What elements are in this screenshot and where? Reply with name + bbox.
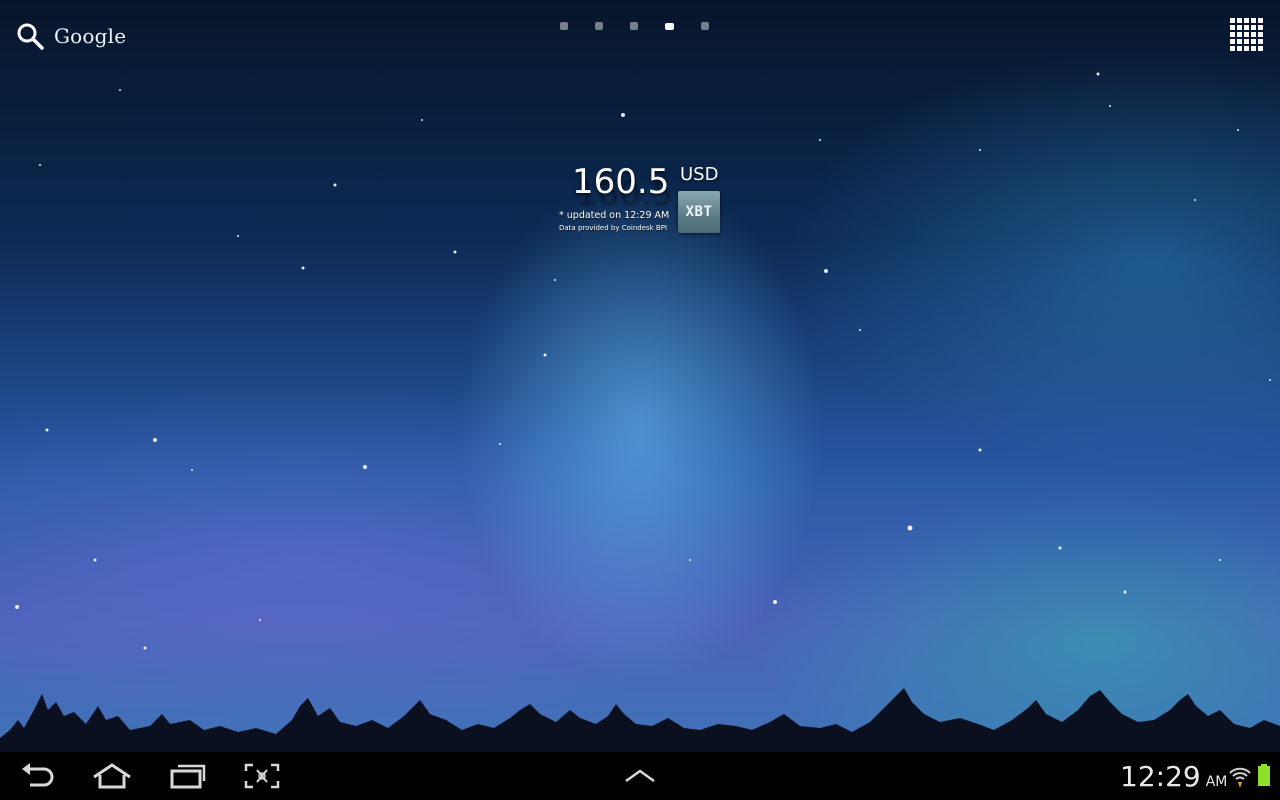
back-button[interactable] <box>16 760 60 792</box>
home-button[interactable] <box>90 760 134 792</box>
search-label: Google <box>54 24 127 48</box>
clock-time: 12:29 <box>1120 760 1201 793</box>
page-indicator <box>560 22 709 30</box>
recent-apps-button[interactable] <box>166 760 210 792</box>
battery-icon <box>1258 764 1270 786</box>
currency-label: USD <box>680 164 719 185</box>
page-dot[interactable] <box>630 22 638 30</box>
bitcoin-price-widget[interactable]: 160.5 160.5 USD * updated on 12:29 AM Da… <box>556 160 726 240</box>
all-apps-button[interactable] <box>1230 18 1266 54</box>
screenshot-button[interactable] <box>240 760 284 792</box>
home-icon <box>93 763 131 789</box>
chevron-up-icon <box>625 769 655 783</box>
screenshot-icon <box>244 763 280 789</box>
wallpaper <box>15 72 1271 650</box>
home-topbar: Google <box>0 0 1280 70</box>
apps-grid-icon <box>1230 18 1266 51</box>
google-search-button[interactable]: Google <box>16 20 126 52</box>
page-dot-active[interactable] <box>665 23 674 30</box>
data-provider: Data provided by Coindesk BPI <box>559 224 668 232</box>
page-dot[interactable] <box>595 22 603 30</box>
recent-apps-icon <box>170 764 206 789</box>
xbt-badge[interactable]: XBT <box>678 191 720 233</box>
tree-silhouette <box>0 688 1280 752</box>
back-icon <box>22 763 54 787</box>
price-value: 160.5 <box>572 162 670 202</box>
page-dot[interactable] <box>560 22 568 30</box>
wifi-icon <box>1229 767 1251 788</box>
search-icon <box>17 23 44 50</box>
status-clock[interactable]: 12:29 AM <box>1120 760 1227 793</box>
updated-time: * updated on 12:29 AM <box>559 210 670 221</box>
page-dot[interactable] <box>701 22 709 30</box>
clock-ampm: AM <box>1205 774 1228 790</box>
app-tray-button[interactable] <box>618 760 662 792</box>
system-navbar: 12:29 AM <box>0 752 1280 800</box>
